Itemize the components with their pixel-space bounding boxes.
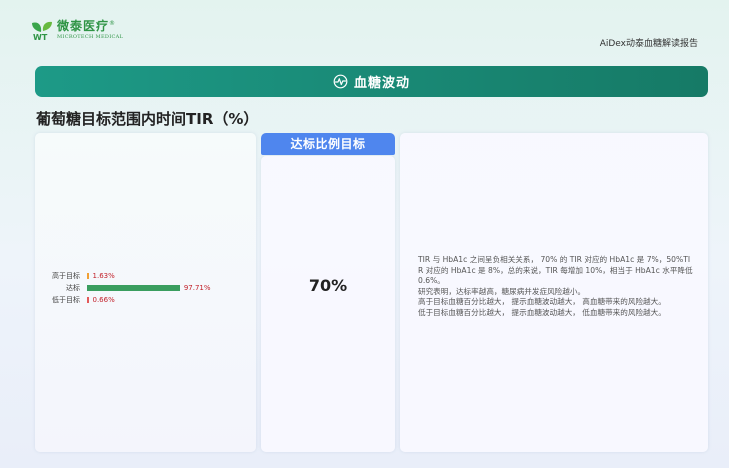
brand-logo: WT 微泰医疗® MICROTECH MEDICAL bbox=[30, 19, 124, 42]
target-value: 70% bbox=[308, 276, 348, 295]
tir-bar-below bbox=[87, 297, 89, 303]
note-paragraph: TIR 与 HbA1c 之间呈负相关关系， 70% 的 TIR 对应的 HbA1… bbox=[418, 255, 693, 286]
report-title: AiDex动泰血糖解读报告 bbox=[599, 39, 698, 49]
tir-value-below: 0.66% bbox=[92, 296, 115, 304]
tir-row-in-range: 达标 97.71% bbox=[37, 283, 252, 293]
tir-bar-in-range bbox=[87, 285, 180, 291]
logo-mark-text: WT bbox=[33, 33, 48, 41]
brand-name-en: MICROTECH MEDICAL bbox=[57, 34, 124, 40]
tir-label-below: 低于目标 bbox=[52, 296, 80, 304]
note-paragraph: 低于目标血糖百分比越大， 提示血糖波动越大， 低血糖带来的风险越大。 bbox=[418, 307, 666, 317]
tir-value-above: 1.63% bbox=[92, 272, 115, 280]
brand-name-cn: 微泰医疗 bbox=[57, 19, 110, 33]
section-banner: 血糖波动 bbox=[35, 66, 708, 97]
tir-row-above: 高于目标 1.63% bbox=[37, 271, 252, 281]
pulse-chart-icon bbox=[333, 74, 348, 89]
tir-bar-above bbox=[87, 273, 89, 279]
leaf-logo-icon: WT bbox=[30, 19, 54, 42]
target-header: 达标比例目标 bbox=[261, 133, 395, 155]
tir-value-in-range: 97.71% bbox=[183, 284, 211, 292]
registered-mark: ® bbox=[109, 20, 117, 27]
tir-label-above: 高于目标 bbox=[52, 272, 80, 280]
note-paragraph: 研究表明，达标率越高，糖尿病并发症风险越小。 bbox=[418, 286, 586, 296]
section-title: 葡萄糖目标范围内时间TIR（%） bbox=[36, 110, 259, 128]
tir-row-below: 低于目标 0.66% bbox=[37, 295, 252, 305]
note-paragraph: 高于目标血糖百分比越大， 提示血糖波动越大， 高血糖带来的风险越大。 bbox=[418, 297, 666, 307]
target-card bbox=[261, 156, 395, 452]
tir-notes: TIR 与 HbA1c 之间呈负相关关系， 70% 的 TIR 对应的 HbA1… bbox=[418, 255, 693, 319]
banner-title: 血糖波动 bbox=[353, 76, 410, 91]
tir-label-in-range: 达标 bbox=[66, 284, 80, 292]
